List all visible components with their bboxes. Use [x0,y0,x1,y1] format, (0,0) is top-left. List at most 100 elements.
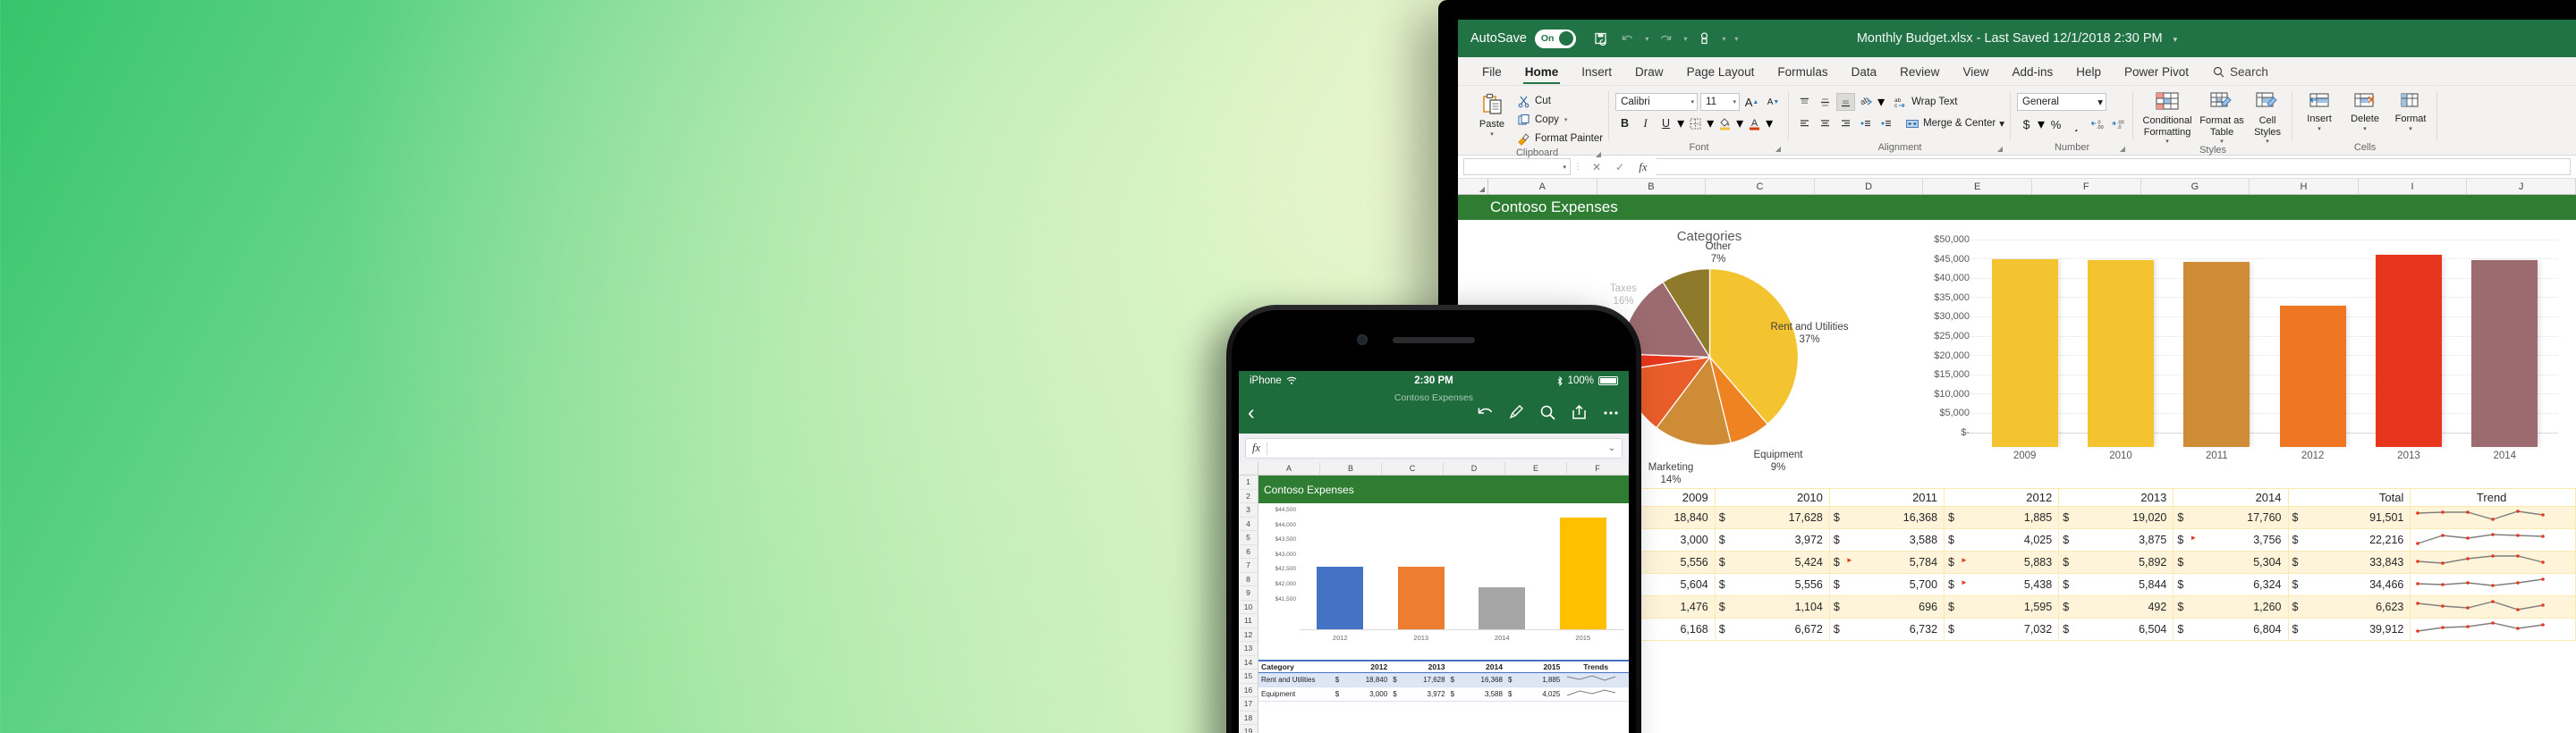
wrap-text-button[interactable]: ab c Wrap Text [1894,96,1957,109]
fill-color-caret[interactable]: ▾ [1736,114,1743,132]
conditional-formatting-caret[interactable]: ▾ [2165,138,2169,145]
underline-button[interactable]: U [1657,114,1675,132]
phone-row-7[interactable]: 7 [1239,559,1258,573]
merge-center-caret[interactable]: ▾ [1999,117,2004,130]
increase-font-size-button[interactable]: A ▲ [1742,93,1761,111]
phone-row-1[interactable]: 1 [1239,476,1258,490]
undo-icon[interactable] [1616,27,1640,50]
format-as-table-button[interactable]: Format as Table ▾ [2199,89,2244,145]
orientation-button[interactable]: ab [1857,93,1876,111]
phone-bar-2014[interactable] [1479,587,1526,629]
phone-row-5[interactable]: 5 [1239,531,1258,545]
bar-2014[interactable] [2471,260,2538,447]
paste-dropdown-caret[interactable]: ▾ [1490,131,1494,138]
insert-cells-caret[interactable]: ▾ [2318,125,2321,132]
decrease-decimal-button[interactable]: .00.0 [2108,115,2127,133]
search-box[interactable]: Search [2213,59,2268,85]
redo-icon[interactable] [1655,27,1678,50]
phone-column-header-C[interactable]: C [1382,462,1444,475]
align-top-button[interactable] [1795,93,1814,111]
decrease-font-size-button[interactable]: A ▼ [1764,93,1783,111]
phone-row-10[interactable]: 10 [1239,601,1258,614]
tab-help[interactable]: Help [2064,59,2113,85]
column-header-H[interactable]: H [2250,179,2359,194]
save-icon[interactable] [1590,27,1614,50]
delete-cells-button[interactable]: Delete ▾ [2344,89,2385,132]
format-cells-button[interactable]: Format ▾ [2390,89,2431,132]
number-format-select[interactable]: General ▾ [2017,93,2107,111]
touch-mode-icon[interactable] [1693,27,1716,50]
bar-2011[interactable] [2183,262,2250,447]
name-box-caret[interactable]: ▾ [1563,164,1566,171]
tab-add-ins[interactable]: Add-ins [2000,59,2064,85]
font-color-button[interactable]: A [1745,114,1764,132]
insert-function-icon[interactable]: fx [1631,158,1655,176]
format-cells-caret[interactable]: ▾ [2409,125,2412,132]
chevron-left-icon[interactable]: ‹ [1248,401,1255,423]
percent-format-button[interactable]: % [2046,115,2065,133]
clipboard-dialog-launcher[interactable]: ◢ [1596,150,1601,158]
delete-cells-caret[interactable]: ▾ [2363,125,2367,132]
column-header-G[interactable]: G [2141,179,2250,194]
search-icon[interactable] [1539,404,1557,421]
comma-format-button[interactable]: ͵ [2067,115,2086,133]
cut-button[interactable]: Cut [1517,92,1603,110]
tab-page-layout[interactable]: Page Layout [1675,59,1767,85]
font-name-input[interactable]: Calibri ▾ [1615,93,1699,111]
phone-column-header-D[interactable]: D [1444,462,1505,475]
font-name-caret[interactable]: ▾ [1691,98,1695,105]
touch-mode-caret[interactable]: ▾ [1719,35,1729,43]
tab-power-pivot[interactable]: Power Pivot [2113,59,2200,85]
bold-button[interactable]: B [1615,114,1634,132]
align-middle-button[interactable] [1816,93,1835,111]
underline-caret[interactable]: ▾ [1677,114,1684,132]
name-box[interactable]: ▾ [1463,158,1571,175]
phone-bar-2012[interactable] [1317,567,1364,629]
undo-icon[interactable] [1476,404,1495,421]
orientation-caret[interactable]: ▾ [1877,93,1885,111]
column-header-B[interactable]: B [1597,179,1707,194]
tab-file[interactable]: File [1470,59,1513,85]
bar-2009[interactable] [1991,259,2058,447]
share-icon[interactable] [1571,404,1589,421]
phone-row-17[interactable]: 17 [1239,697,1258,712]
phone-row-18[interactable]: 18 [1239,712,1258,725]
decrease-indent-button[interactable] [1857,114,1876,132]
phone-column-header-B[interactable]: B [1320,462,1382,475]
bar-chart[interactable]: $50,000 $45,000 $40,000 $35,000 $30,000 … [1905,225,2558,488]
tab-view[interactable]: View [1951,59,2000,85]
column-header-D[interactable]: D [1815,179,1924,194]
number-format-caret[interactable]: ▾ [2097,96,2103,108]
undo-dropdown-caret[interactable]: ▾ [1642,35,1652,43]
phone-row-8[interactable]: 8 [1239,573,1258,586]
phone-column-header-F[interactable]: F [1567,462,1629,475]
phone-row-12[interactable]: 12 [1239,628,1258,642]
format-as-table-caret[interactable]: ▾ [2220,138,2224,145]
customize-qat-icon[interactable]: ▾ [1732,35,1741,43]
bar-2013[interactable] [2375,255,2442,447]
tab-formulas[interactable]: Formulas [1766,59,1839,85]
enter-icon[interactable]: ✓ [1608,158,1631,176]
phone-row-2[interactable]: 2 [1239,490,1258,503]
autosave-toggle[interactable]: On [1534,29,1576,48]
column-header-J[interactable]: J [2467,179,2576,194]
phone-sheet-body[interactable]: 1 2 3 4 5 6 7 8 9 10 11 12 13 14 15 16 1 [1239,476,1629,733]
phone-row-19[interactable]: 19 [1239,725,1258,733]
phone-formula-input[interactable]: fx ⌄ [1245,437,1623,459]
italic-button[interactable]: I [1636,114,1655,132]
draw-icon[interactable] [1508,404,1526,421]
phone-row-15[interactable]: 15 [1239,670,1258,684]
column-header-E[interactable]: E [1923,179,2032,194]
formula-input[interactable] [1657,158,2571,175]
column-header-I[interactable]: I [2359,179,2468,194]
phone-row-11[interactable]: 11 [1239,614,1258,628]
tab-home[interactable]: Home [1513,59,1571,85]
currency-caret[interactable]: ▾ [2038,115,2045,133]
align-center-button[interactable] [1816,114,1835,132]
tab-draw[interactable]: Draw [1623,59,1675,85]
increase-decimal-button[interactable]: .0.00 [2088,115,2106,133]
redo-dropdown-caret[interactable]: ▾ [1681,35,1690,43]
column-header-F[interactable]: F [2032,179,2141,194]
phone-row-3[interactable]: 3 [1239,503,1258,518]
tab-review[interactable]: Review [1888,59,1951,85]
